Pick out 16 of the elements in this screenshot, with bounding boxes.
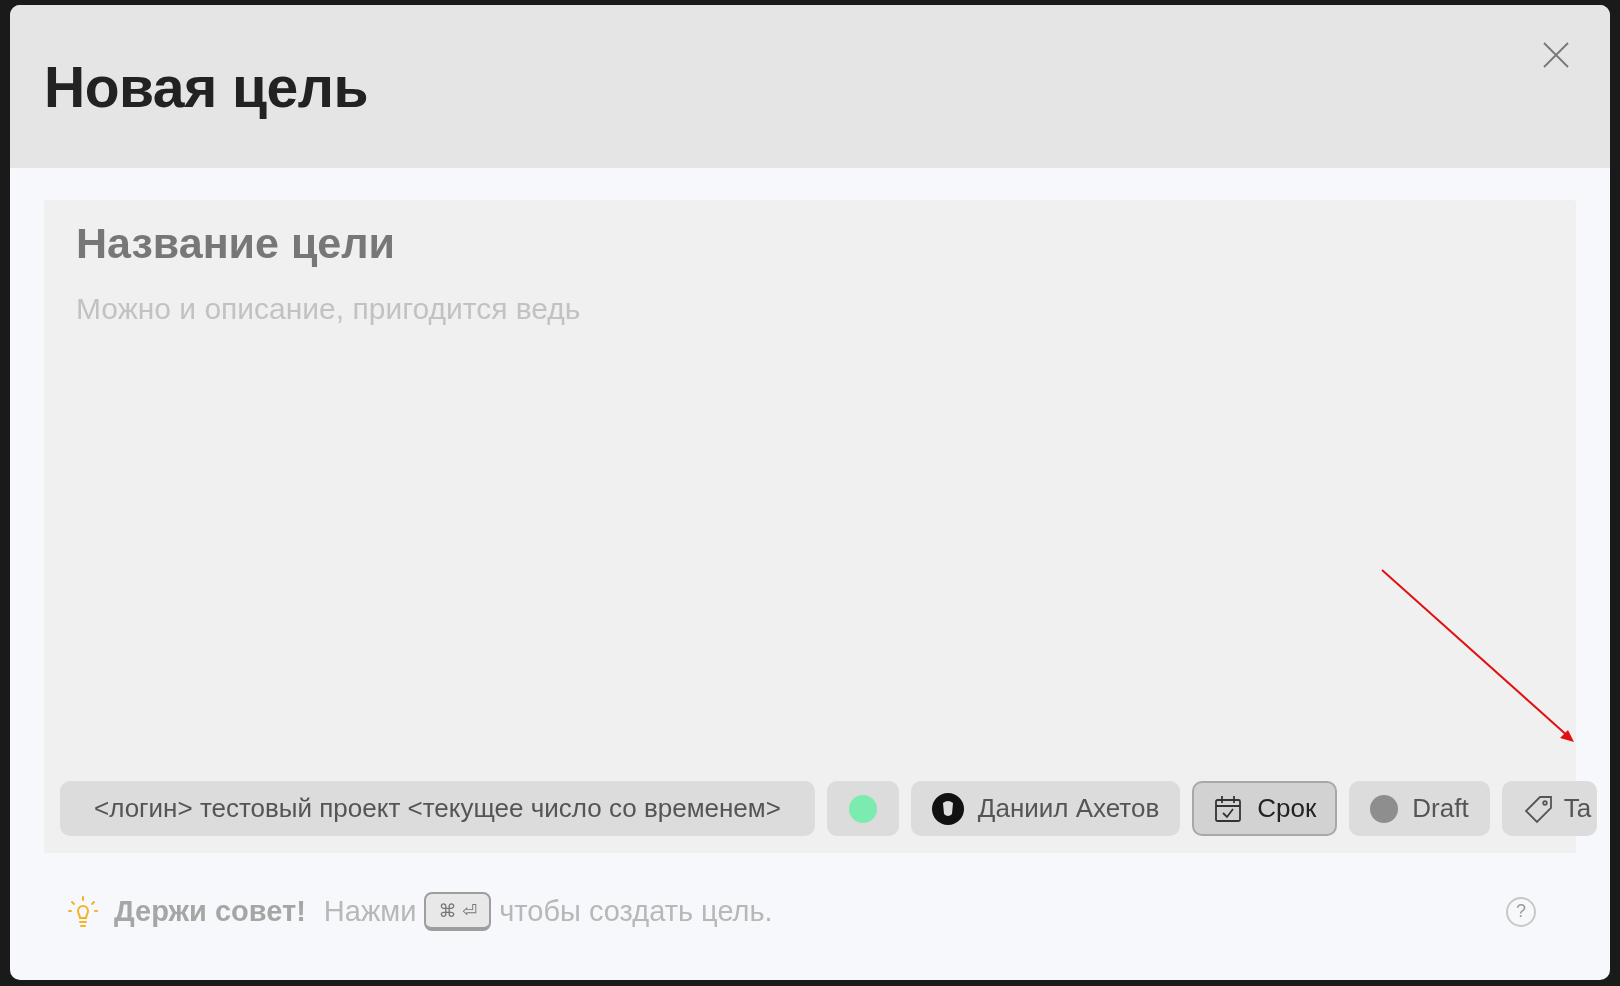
project-button[interactable]: <логин> тестовый проект <текущее число со временем>	[60, 781, 815, 836]
due-date-button[interactable]: Срок	[1192, 781, 1338, 836]
help-button[interactable]: ?	[1506, 896, 1536, 927]
shortcut-key: ⌘ ⏎	[424, 892, 492, 931]
tag-icon	[1523, 793, 1554, 824]
assignee-button[interactable]: Даниил Ахетов	[910, 781, 1181, 836]
tip-text: Нажми	[323, 895, 417, 928]
tags-button[interactable]: Ta	[1501, 781, 1598, 836]
lightbulb-icon	[68, 895, 98, 928]
calendar-icon	[1213, 793, 1244, 824]
avatar-icon	[931, 792, 964, 825]
status-button[interactable]: Draft	[1349, 781, 1490, 836]
close-icon[interactable]	[1542, 41, 1570, 69]
tip-title: Держи совет!	[114, 895, 306, 928]
dialog-title: Новая цель	[44, 53, 369, 120]
tip-text: чтобы создать цель.	[499, 895, 773, 928]
